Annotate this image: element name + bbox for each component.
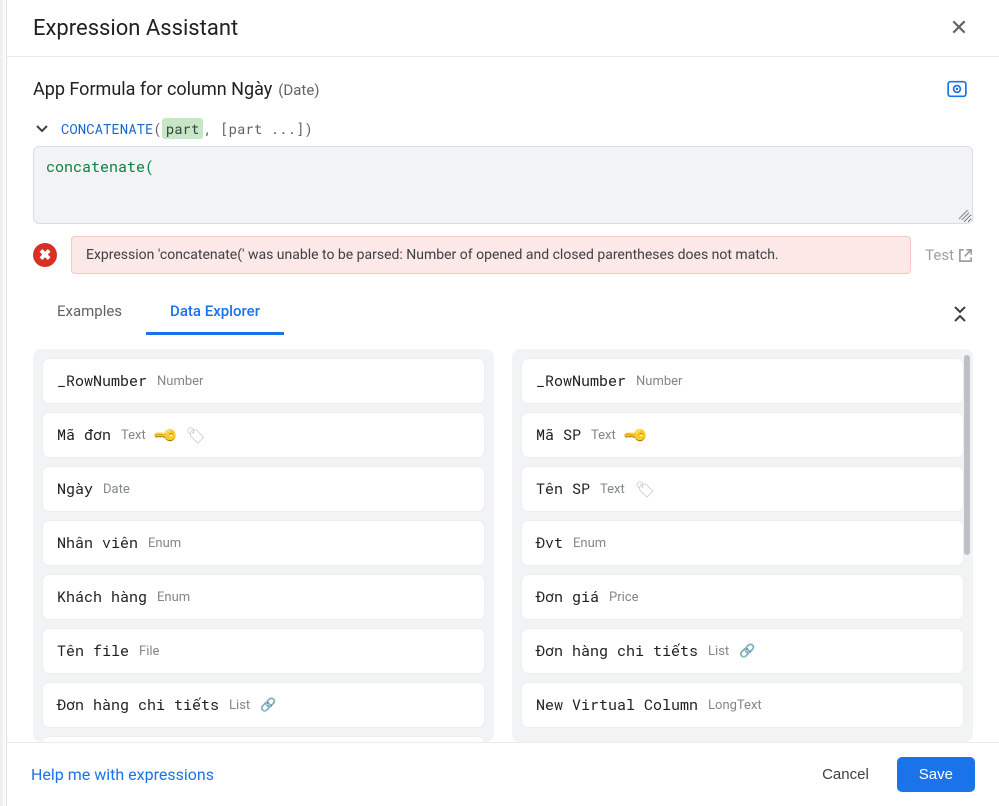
subtitle-prefix: App Formula for column Ngày bbox=[33, 79, 272, 100]
formula-editor[interactable]: concatenate( bbox=[33, 146, 973, 224]
tag-icon: 🏷 bbox=[635, 480, 655, 499]
column-item[interactable]: _RowNumber Number bbox=[522, 359, 963, 403]
subheader-row: App Formula for column Ngày (Date) bbox=[33, 73, 973, 105]
signature-current-arg: part bbox=[162, 118, 204, 139]
column-name: New Virtual Column bbox=[536, 695, 698, 715]
column-item[interactable]: Mã SP Text 🔑 bbox=[522, 413, 963, 457]
column-type: Text bbox=[600, 482, 625, 497]
column-type: Price bbox=[609, 590, 638, 605]
column-item[interactable]: Mã đơn Text 🔑 🏷 bbox=[43, 413, 484, 457]
column-list-right[interactable]: _RowNumber Number Mã SP Text 🔑 Tên SP Text 🏷 Đvt… bbox=[512, 349, 973, 742]
column-type: Enum bbox=[157, 590, 190, 605]
column-item[interactable]: Tên file File bbox=[43, 629, 484, 673]
eye-icon bbox=[947, 78, 967, 100]
dialog-title: Expression Assistant bbox=[33, 16, 238, 41]
chevron-up-icon bbox=[953, 314, 967, 322]
save-button[interactable]: Save bbox=[897, 757, 975, 792]
subtitle-suffix: (Date) bbox=[278, 81, 319, 99]
column-name: Mã đơn bbox=[57, 425, 111, 445]
column-type: Number bbox=[157, 374, 203, 389]
dialog-footer: Help me with expressions Cancel Save bbox=[7, 742, 999, 806]
column-name: Đơn hàng chi tiếts bbox=[536, 641, 698, 661]
key-icon: 🔑 bbox=[152, 421, 180, 449]
footer-actions: Cancel Save bbox=[812, 757, 975, 792]
column-item[interactable]: Khách hàng Enum bbox=[43, 575, 484, 619]
column-item[interactable]: Nhân viên Enum bbox=[43, 521, 484, 565]
column-name: Tên SP bbox=[536, 479, 590, 499]
close-button[interactable]: ✕ bbox=[945, 14, 973, 42]
key-icon: 🔑 bbox=[622, 421, 650, 449]
column-type: Date bbox=[103, 482, 130, 497]
column-name: Đvt bbox=[536, 533, 563, 553]
tag-icon: 🏷 bbox=[186, 426, 206, 445]
column-name: Khách hàng bbox=[57, 587, 147, 607]
dialog-header: Expression Assistant ✕ bbox=[7, 0, 999, 57]
tab-data-explorer[interactable]: Data Explorer bbox=[146, 292, 284, 335]
column-type: Text bbox=[121, 428, 146, 443]
test-button[interactable]: Test bbox=[925, 246, 973, 264]
close-icon: ✕ bbox=[950, 17, 968, 39]
column-name: _RowNumber bbox=[57, 371, 147, 391]
column-item[interactable]: Tên SP Text 🏷 bbox=[522, 467, 963, 511]
signature-open: ( bbox=[153, 119, 161, 138]
column-item[interactable]: New Virtual Column LongText bbox=[522, 683, 963, 727]
column-name: Mã SP bbox=[536, 425, 581, 445]
resize-handle-icon bbox=[959, 210, 969, 220]
column-type: Enum bbox=[148, 536, 181, 551]
link-icon: 🔗 bbox=[739, 644, 755, 659]
expression-assistant-dialog: Expression Assistant ✕ App Formula for c… bbox=[6, 0, 999, 806]
help-link[interactable]: Help me with expressions bbox=[31, 765, 214, 784]
expand-signature-toggle[interactable] bbox=[33, 120, 51, 138]
external-link-icon bbox=[958, 248, 973, 263]
formula-fn: concatenate bbox=[46, 157, 145, 177]
cancel-button[interactable]: Cancel bbox=[812, 758, 879, 791]
column-name: Ngày bbox=[57, 479, 93, 499]
column-type: File bbox=[139, 644, 159, 659]
formula-subtitle: App Formula for column Ngày (Date) bbox=[33, 79, 320, 100]
function-signature: CONCATENATE(part, [part ...]) bbox=[33, 119, 973, 138]
column-type: Number bbox=[636, 374, 682, 389]
column-type: LongText bbox=[708, 698, 762, 713]
column-item[interactable]: Đơn hàng chi tiếts List 🔗 bbox=[522, 629, 963, 673]
link-icon: 🔗 bbox=[260, 698, 276, 713]
column-type: Text bbox=[591, 428, 616, 443]
column-item[interactable]: Đơn hàng chi tiếts List 🔗 bbox=[43, 683, 484, 727]
error-icon: ✖ bbox=[33, 243, 57, 267]
signature-rest: , [part ...]) bbox=[203, 119, 312, 138]
column-item[interactable]: Ngày Date bbox=[43, 467, 484, 511]
column-item[interactable]: Đvt Enum bbox=[522, 521, 963, 565]
dialog-content: App Formula for column Ngày (Date) CONCA… bbox=[7, 57, 999, 742]
column-name: Tên file bbox=[57, 641, 129, 661]
column-type: List bbox=[708, 644, 729, 659]
column-list-left[interactable]: _RowNumber Number Mã đơn Text 🔑 🏷 Ngày Date Nhâ… bbox=[33, 349, 494, 742]
column-type: Enum bbox=[573, 536, 606, 551]
tabs: Examples Data Explorer bbox=[33, 292, 973, 335]
signature-text: CONCATENATE(part, [part ...]) bbox=[61, 119, 313, 138]
error-message: Expression 'concatenate(' was unable to … bbox=[71, 236, 911, 274]
formula-paren: ( bbox=[145, 157, 154, 177]
column-name: _RowNumber bbox=[536, 371, 626, 391]
error-row: ✖ Expression 'concatenate(' was unable t… bbox=[33, 236, 973, 274]
test-label: Test bbox=[925, 246, 954, 264]
column-item[interactable]: Đơn giá Price bbox=[522, 575, 963, 619]
signature-fn: CONCATENATE bbox=[61, 119, 153, 138]
chevron-down-icon bbox=[953, 306, 967, 314]
column-name: Đơn hàng chi tiếts bbox=[57, 695, 219, 715]
collapse-panels-toggle[interactable] bbox=[947, 306, 973, 322]
preview-button[interactable] bbox=[941, 73, 973, 105]
chevron-down-icon bbox=[36, 125, 48, 133]
tab-examples[interactable]: Examples bbox=[33, 292, 146, 335]
column-item[interactable]: _RowNumber Number bbox=[43, 359, 484, 403]
column-name: Nhân viên bbox=[57, 533, 138, 553]
data-explorer: _RowNumber Number Mã đơn Text 🔑 🏷 Ngày Date Nhâ… bbox=[33, 349, 973, 742]
column-name: Đơn giá bbox=[536, 587, 599, 607]
column-type: List bbox=[229, 698, 250, 713]
